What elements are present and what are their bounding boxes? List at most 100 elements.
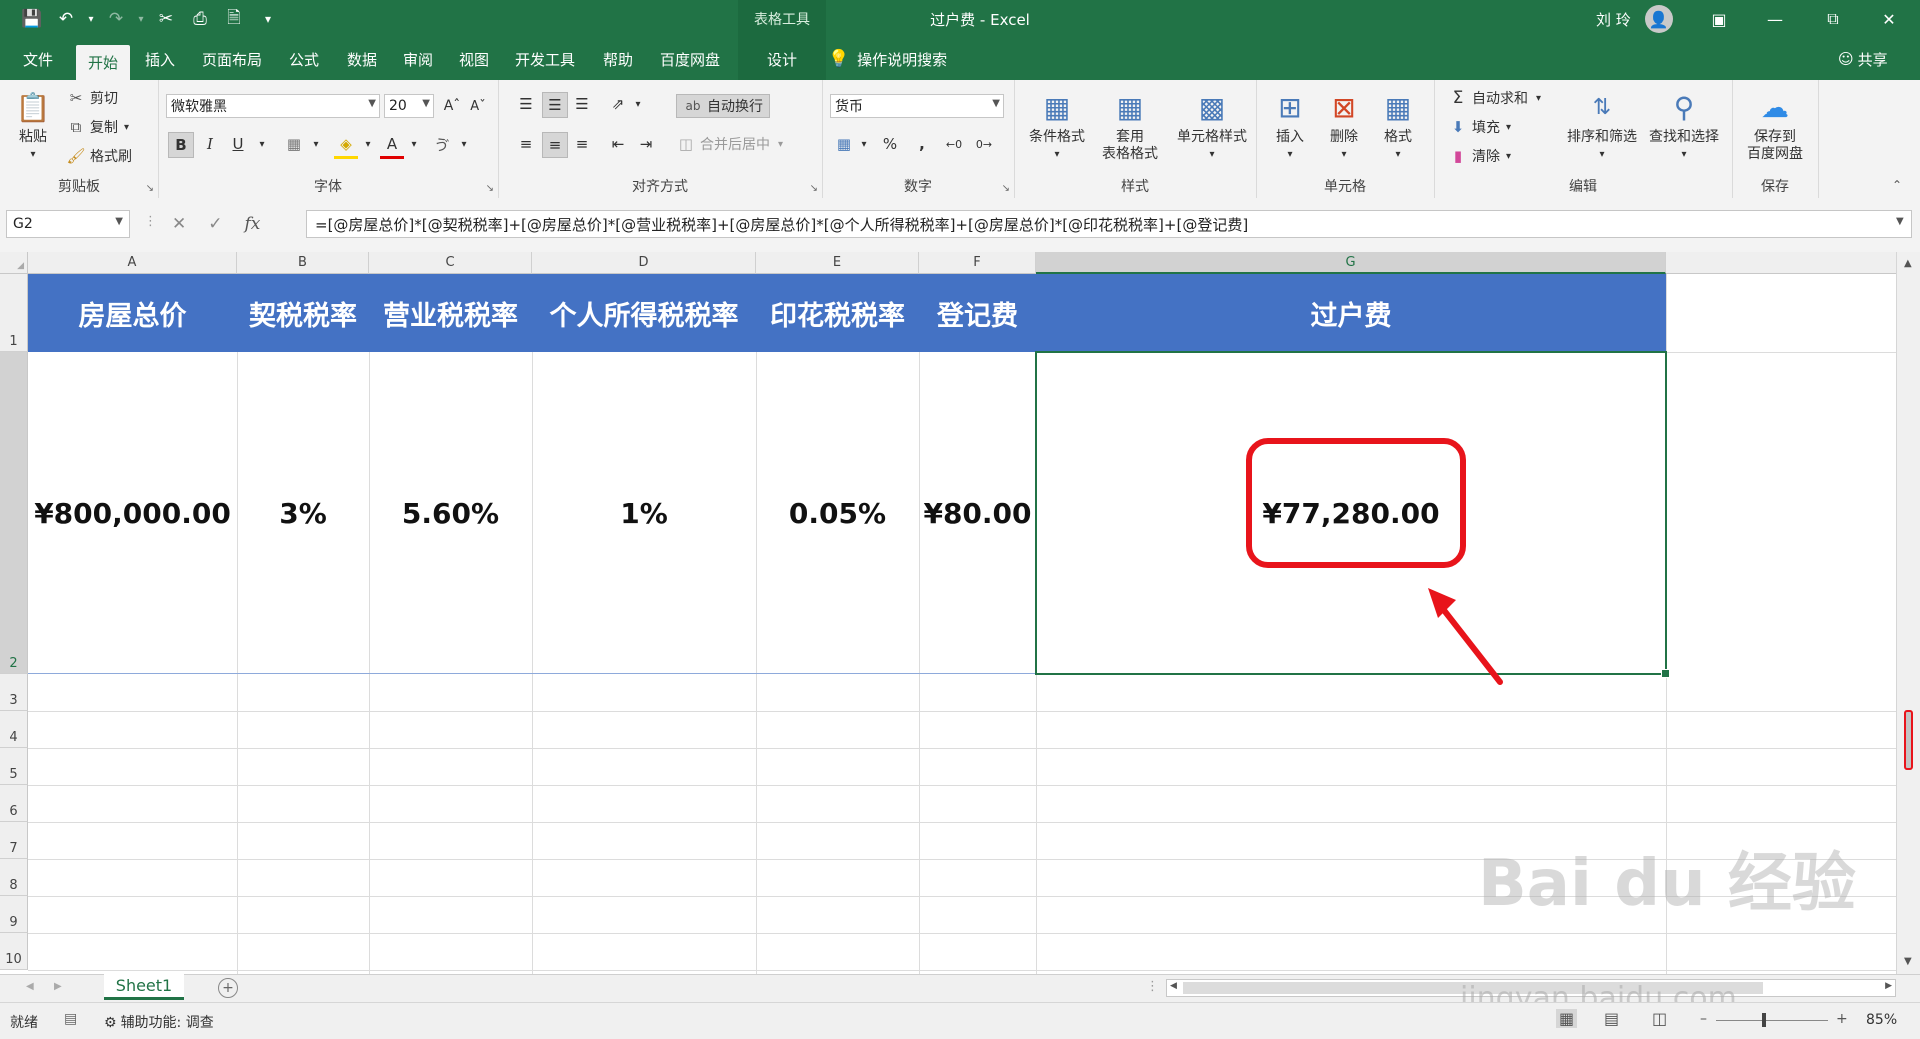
table-header-cell[interactable]: 营业税税率 [369,274,532,352]
vertical-scrollbar[interactable]: ▲ ▼ [1896,252,1920,974]
number-format-select[interactable]: 货币 ▼ [830,94,1004,118]
scroll-up-icon[interactable]: ▲ [1904,258,1912,269]
underline-button[interactable]: U [226,132,250,156]
cut-icon[interactable]: ✂ [152,5,180,33]
zoom-slider-thumb[interactable] [1762,1013,1766,1027]
copy-button[interactable]: ⧉ 复制 ▾ [66,117,129,137]
chevron-down-icon[interactable]: ▾ [250,132,274,156]
table-header-cell[interactable]: 契税税率 [237,274,369,352]
align-left-icon[interactable]: ≡ [514,132,538,156]
font-color-icon[interactable]: A [380,132,404,159]
page-break-view-icon[interactable]: ◫ [1652,1009,1667,1028]
find-select-button[interactable]: ⚲ 查找和选择 ▾ [1644,88,1724,163]
tell-me-search[interactable]: 💡 操作说明搜索 [828,38,947,80]
dialog-launcher-icon[interactable]: ↘ [1002,183,1010,194]
chevron-down-icon[interactable]: ▾ [304,132,328,156]
row-header-6[interactable]: 6 [0,785,28,822]
row-header-8[interactable]: 8 [0,859,28,896]
save-to-netdisk-button[interactable]: ☁ 保存到 百度网盘 [1740,88,1810,163]
restore-icon[interactable]: ⧉ [1810,0,1856,38]
accessibility-status[interactable]: ⚙ 辅助功能: 调查 [104,1012,214,1032]
user-account[interactable]: 刘 玲 👤 [1596,0,1673,38]
fill-color-icon[interactable]: ◈ [334,132,358,159]
fill-handle[interactable] [1661,669,1670,678]
column-header-c[interactable]: C [369,252,532,274]
tab-page-layout[interactable]: 页面布局 [196,38,268,80]
row-header-9[interactable]: 9 [0,896,28,933]
cell-styles-button[interactable]: ▩ 单元格样式 ▾ [1172,88,1252,163]
page-layout-view-icon[interactable]: ▤ [1604,1009,1619,1028]
tab-review[interactable]: 审阅 [394,38,442,80]
column-header-b[interactable]: B [237,252,369,274]
expand-formula-icon[interactable]: ▼ [1896,216,1904,227]
dialog-launcher-icon[interactable]: ↘ [146,183,154,194]
select-all-corner[interactable]: ◢ [0,252,28,274]
align-bottom-icon[interactable]: ☰ [570,92,594,116]
row-header-3[interactable]: 3 [0,674,28,711]
fill-button[interactable]: ⬇ 填充 ▾ [1448,117,1511,137]
tab-help[interactable]: 帮助 [594,38,642,80]
merge-center-button[interactable]: ◫ 合并后居中 ▾ [676,134,783,154]
italic-button[interactable]: I [198,132,222,156]
row-header-10[interactable]: 10 [0,933,28,970]
share-button[interactable]: ☺ 共享 [1838,38,1888,80]
scroll-right-icon[interactable]: ▶ [1885,981,1892,991]
table-cell[interactable]: 3% [237,352,369,674]
insert-cells-button[interactable]: ⊞ 插入 ▾ [1266,88,1314,163]
chevron-down-icon[interactable]: ▾ [626,92,650,116]
column-header-e[interactable]: E [756,252,919,274]
tab-design[interactable]: 设计 [738,38,826,80]
row-header-1[interactable]: 1 [0,274,28,352]
dialog-launcher-icon[interactable]: ↘ [810,183,818,194]
dropdown-icon[interactable]: ▾ [136,5,146,33]
format-painter-button[interactable]: 🖌 格式刷 [66,146,132,166]
table-cell[interactable]: 1% [532,352,756,674]
more-options-icon[interactable]: ⋮ [144,214,157,229]
column-header-a[interactable]: A [28,252,237,274]
scroll-thumb[interactable] [1904,710,1913,770]
next-sheet-icon[interactable]: ▶ [54,981,62,992]
table-header-cell[interactable]: 印花税税率 [756,274,919,352]
save-icon[interactable]: 💾 [18,5,46,33]
paste-button[interactable]: 📋 粘贴 ▾ [14,88,52,163]
tab-file[interactable]: 文件 [14,38,62,80]
increase-indent-icon[interactable]: ⇥ [634,132,658,156]
format-as-table-button[interactable]: ▦ 套用 表格格式 [1094,88,1166,163]
table-header-cell[interactable]: 个人所得税税率 [532,274,756,352]
tab-data[interactable]: 数据 [338,38,386,80]
phonetic-guide-icon[interactable]: ゔ [430,132,454,156]
tab-formulas[interactable]: 公式 [280,38,328,80]
table-cell[interactable]: ¥800,000.00 [28,352,237,674]
column-header-f[interactable]: F [919,252,1036,274]
redo-icon[interactable]: ↷ [102,5,130,33]
zoom-out-icon[interactable]: – [1700,1011,1707,1027]
tab-view[interactable]: 视图 [450,38,498,80]
align-right-icon[interactable]: ≡ [570,132,594,156]
tab-splitter-icon[interactable]: ⋮ [1146,979,1159,994]
table-cell[interactable]: 5.60% [369,352,532,674]
row-header-2[interactable]: 2 [0,352,28,674]
row-header-7[interactable]: 7 [0,822,28,859]
comma-style-button[interactable]: , [910,132,934,156]
avatar[interactable]: 👤 [1644,5,1673,33]
sheet-tab-sheet1[interactable]: Sheet1 [104,974,184,1000]
worksheet-grid[interactable]: ◢ A B C D E F G 1 2 3 4 5 6 7 8 9 10 房屋总… [0,252,1920,974]
align-middle-icon[interactable]: ☰ [542,92,568,118]
formula-input[interactable]: =[@房屋总价]*[@契税税率]+[@房屋总价]*[@营业税税率]+[@房屋总价… [306,210,1912,238]
cancel-icon[interactable]: ✕ [172,214,186,234]
prev-sheet-icon[interactable]: ◀ [26,981,34,992]
column-header-d[interactable]: D [532,252,756,274]
chevron-down-icon[interactable]: ▾ [356,132,380,156]
format-cells-button[interactable]: ▦ 格式 ▾ [1374,88,1422,163]
scroll-left-icon[interactable]: ◀ [1170,981,1177,991]
bold-button[interactable]: B [168,132,194,158]
scroll-down-icon[interactable]: ▼ [1904,956,1912,967]
collapse-ribbon-icon[interactable]: ⌃ [1892,178,1902,192]
table-cell[interactable]: 0.05% [756,352,919,674]
table-header-cell[interactable]: 登记费 [919,274,1036,352]
chevron-down-icon[interactable]: ▾ [452,132,476,156]
ribbon-display-options-icon[interactable]: ▣ [1696,0,1742,38]
conditional-formatting-button[interactable]: ▦ 条件格式 ▾ [1026,88,1088,163]
undo-icon[interactable]: ↶ [52,5,80,33]
column-header-g[interactable]: G [1036,252,1666,274]
